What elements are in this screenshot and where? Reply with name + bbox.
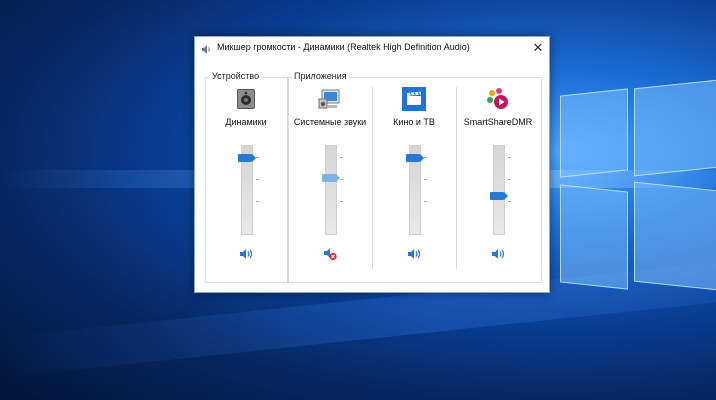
wallpaper-window-pane [634, 181, 716, 291]
mute-button[interactable] [238, 247, 254, 261]
channel-name: Кино и ТВ [393, 117, 435, 127]
speaker-icon [492, 249, 505, 259]
volume-slider-thumb[interactable] [322, 174, 340, 183]
channel-name: Системные звуки [293, 117, 367, 127]
volume-slider-thumb[interactable] [406, 154, 424, 163]
system-sounds-icon [318, 87, 342, 111]
volume-slider-thumb[interactable] [238, 154, 256, 163]
slider-tick [424, 201, 427, 202]
window-title: Микшер громкости - Динамики (Realtek Hig… [217, 42, 470, 52]
channel-name: SmartShareDMR [463, 117, 533, 127]
applications-group-label: Приложения [292, 71, 349, 81]
speaker-icon [240, 249, 253, 259]
wallpaper-window-pane [634, 79, 716, 177]
slider-tick [424, 157, 427, 158]
wallpaper-window-pane [560, 88, 628, 178]
volume-mixer-window: Микшер громкости - Динамики (Realtek Hig… [194, 36, 550, 293]
slider-tick [508, 179, 511, 180]
slider-tick [256, 179, 259, 180]
close-button[interactable]: ✕ [527, 37, 549, 59]
speaker-muted-icon [324, 248, 337, 261]
volume-slider-track[interactable] [325, 145, 337, 235]
channel-movies-tv: Кино и ТВ [373, 83, 455, 279]
slider-tick [508, 201, 511, 202]
mute-button[interactable] [490, 247, 506, 261]
volume-slider-track[interactable] [493, 145, 505, 235]
speaker-icon [408, 249, 421, 259]
close-icon: ✕ [532, 40, 544, 55]
smartshare-icon [486, 87, 510, 111]
wallpaper-window-pane [560, 184, 628, 290]
unmute-button[interactable] [322, 247, 338, 261]
speaker-icon [201, 42, 212, 60]
channel-speakers: Динамики [205, 83, 287, 279]
slider-tick [424, 179, 427, 180]
slider-tick [340, 179, 343, 180]
mute-button[interactable] [406, 247, 422, 261]
slider-tick [340, 201, 343, 202]
slider-tick [256, 201, 259, 202]
slider-tick [256, 157, 259, 158]
movies-tv-icon [402, 87, 426, 111]
channel-name: Динамики [225, 117, 267, 127]
speaker-device-icon [234, 87, 258, 111]
slider-tick [340, 157, 343, 158]
title-bar[interactable]: Микшер громкости - Динамики (Realtek Hig… [195, 37, 549, 59]
slider-tick [508, 157, 511, 158]
volume-slider-thumb[interactable] [490, 192, 508, 201]
channel-smartshare: SmartShareDMR [457, 83, 539, 279]
channel-system-sounds: Системные звуки [289, 83, 371, 279]
device-group-label: Устройство [210, 71, 262, 81]
